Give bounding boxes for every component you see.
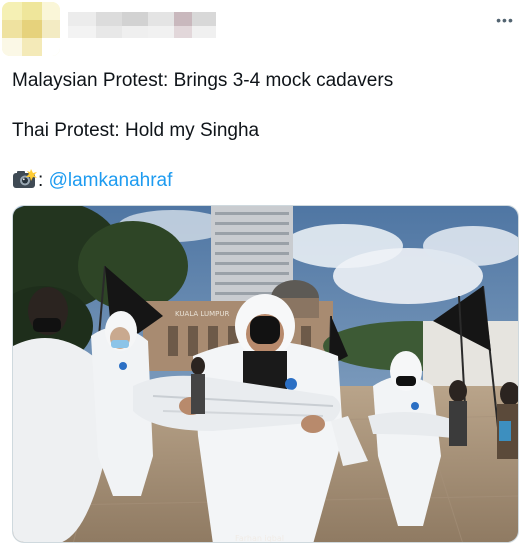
photo-credit-line: : @lamkanahraf [12,169,172,193]
display-name-blurred[interactable] [68,10,218,38]
mention-link[interactable]: @lamkanahraf [49,170,173,191]
tweet-header: ••• [0,0,532,56]
avatar[interactable] [2,2,60,56]
protest-photo-illustration: KUALA LUMPUR Farhan iqbal [13,206,518,543]
photo-credit-separator: : [38,170,49,191]
building-sign: KUALA LUMPUR [175,310,229,318]
tweet-photo[interactable]: KUALA LUMPUR Farhan iqbal [12,205,519,543]
camera-with-flash-icon [12,169,38,189]
tweet-text-line-2: Thai Protest: Hold my Singha [12,120,260,141]
photo-watermark: Farhan iqbal [235,534,284,543]
tweet-text-line-1: Malaysian Protest: Brings 3-4 mock cadav… [12,70,394,91]
tweet-card: ••• Malaysian Protest: Brings 3-4 mock c… [0,0,532,548]
more-options-icon[interactable]: ••• [492,10,518,30]
